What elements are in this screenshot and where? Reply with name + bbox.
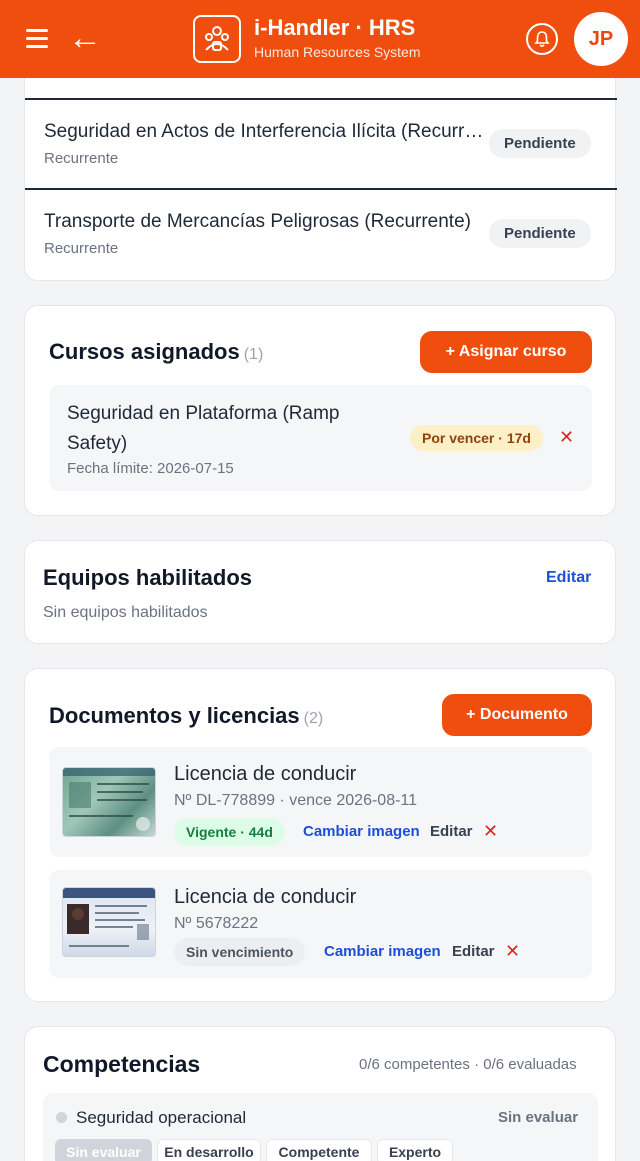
no-expiry-badge: Sin vencimiento — [174, 938, 306, 966]
course-deadline: Fecha límite: 2026-07-15 — [67, 460, 234, 477]
assigned-courses-count: (1) — [243, 346, 264, 363]
status-dot-icon — [56, 1112, 67, 1123]
row-divider — [25, 98, 617, 100]
status-badge: Pendiente — [489, 219, 591, 248]
level-option-sin-evaluar[interactable]: Sin evaluar — [55, 1139, 152, 1161]
document-name: Licencia de conducir — [174, 763, 357, 785]
documents-title: Documentos y licencias — [49, 703, 300, 728]
training-title: Seguridad en Actos de Interferencia Ilíc… — [44, 121, 484, 142]
remove-course-icon[interactable]: ✕ — [559, 427, 574, 448]
add-document-button[interactable]: + Documento — [442, 694, 592, 736]
remove-document-icon[interactable]: ✕ — [505, 941, 520, 962]
equipment-card: Equipos habilitados Editar Sin equipos h… — [24, 540, 616, 644]
ny-license-icon[interactable] — [62, 887, 156, 957]
level-selector: Sin evaluar En desarrollo Competente Exp… — [55, 1139, 475, 1161]
menu-icon[interactable] — [26, 29, 48, 49]
assigned-courses-title: Cursos asignados — [49, 339, 240, 364]
documents-card: Documentos y licencias (2) + Documento Li… — [24, 668, 616, 1002]
training-type: Recurrente — [44, 150, 119, 167]
assigned-courses-card: Cursos asignados (1) + Asignar curso Segu… — [24, 305, 616, 516]
card-title: Cursos asignados (1) — [49, 339, 263, 365]
app-title: i-Handler · HRS — [254, 15, 416, 40]
training-title: Transporte de Mercancías Peligrosas (Rec… — [44, 211, 471, 232]
row-divider — [25, 188, 617, 190]
change-image-link[interactable]: Cambiar imagen — [324, 943, 441, 960]
competencies-summary: 0/6 competentes · 0/6 evaluadas — [359, 1056, 577, 1073]
id-card-icon[interactable] — [62, 767, 156, 837]
edit-document-link[interactable]: Editar — [452, 943, 495, 960]
competencies-card: Competencias 0/6 competentes · 0/6 evalu… — [24, 1026, 616, 1161]
change-image-link[interactable]: Cambiar imagen — [303, 823, 420, 840]
equipment-empty-text: Sin equipos habilitados — [43, 604, 208, 621]
level-option-experto[interactable]: Experto — [377, 1139, 453, 1161]
status-badge: Pendiente — [489, 129, 591, 158]
level-option-competente[interactable]: Competente — [266, 1139, 372, 1161]
document-meta: Nº 5678222 — [174, 915, 259, 932]
top-app-bar: ← i-Handler · HRS Human Resources System… — [0, 0, 640, 78]
expiring-badge: Por vencer · 17d — [410, 425, 543, 451]
user-avatar[interactable]: JP — [574, 12, 628, 66]
document-meta: Nº DL-778899 · vence 2026-08-11 — [174, 792, 418, 809]
bell-icon[interactable] — [526, 23, 558, 55]
document-item: Licencia de conducir Nº DL-778899 · venc… — [49, 747, 592, 857]
assign-course-button[interactable]: + Asignar curso — [420, 331, 592, 373]
course-title-line: Safety) — [67, 433, 128, 454]
course-title: Seguridad en Plataforma (Ramp Safety) — [67, 399, 339, 459]
remove-document-icon[interactable]: ✕ — [483, 821, 498, 842]
app-subtitle: Human Resources System — [254, 44, 421, 60]
equipment-title: Equipos habilitados — [43, 565, 253, 590]
documents-count: (2) — [303, 710, 324, 727]
competencies-title: Competencias — [43, 1051, 201, 1077]
card-title: Documentos y licencias (2) — [49, 703, 323, 729]
course-item: Seguridad en Plataforma (Ramp Safety) Fe… — [49, 385, 592, 491]
edit-equipment-link[interactable]: Editar — [546, 569, 591, 587]
competency-name: Seguridad operacional — [76, 1108, 247, 1127]
training-type: Recurrente — [44, 240, 119, 257]
training-row[interactable]: Transporte de Mercancías Peligrosas (Rec… — [25, 191, 617, 281]
competency-item: Seguridad operacional Sin evaluar Sin ev… — [43, 1093, 598, 1161]
app-logo-icon — [193, 15, 241, 63]
edit-document-link[interactable]: Editar — [430, 823, 473, 840]
document-item: Licencia de conducir Nº 5678222 Sin venc… — [49, 870, 592, 978]
competency-status: Sin evaluar — [498, 1109, 579, 1126]
valid-badge: Vigente · 44d — [174, 818, 285, 846]
document-name: Licencia de conducir — [174, 886, 357, 908]
training-row[interactable]: Seguridad en Actos de Interferencia Ilíc… — [25, 101, 617, 187]
level-option-en-desarrollo[interactable]: En desarrollo — [157, 1139, 261, 1161]
course-title-line: Seguridad en Plataforma (Ramp — [67, 403, 340, 424]
back-arrow-icon[interactable]: ← — [68, 18, 102, 58]
